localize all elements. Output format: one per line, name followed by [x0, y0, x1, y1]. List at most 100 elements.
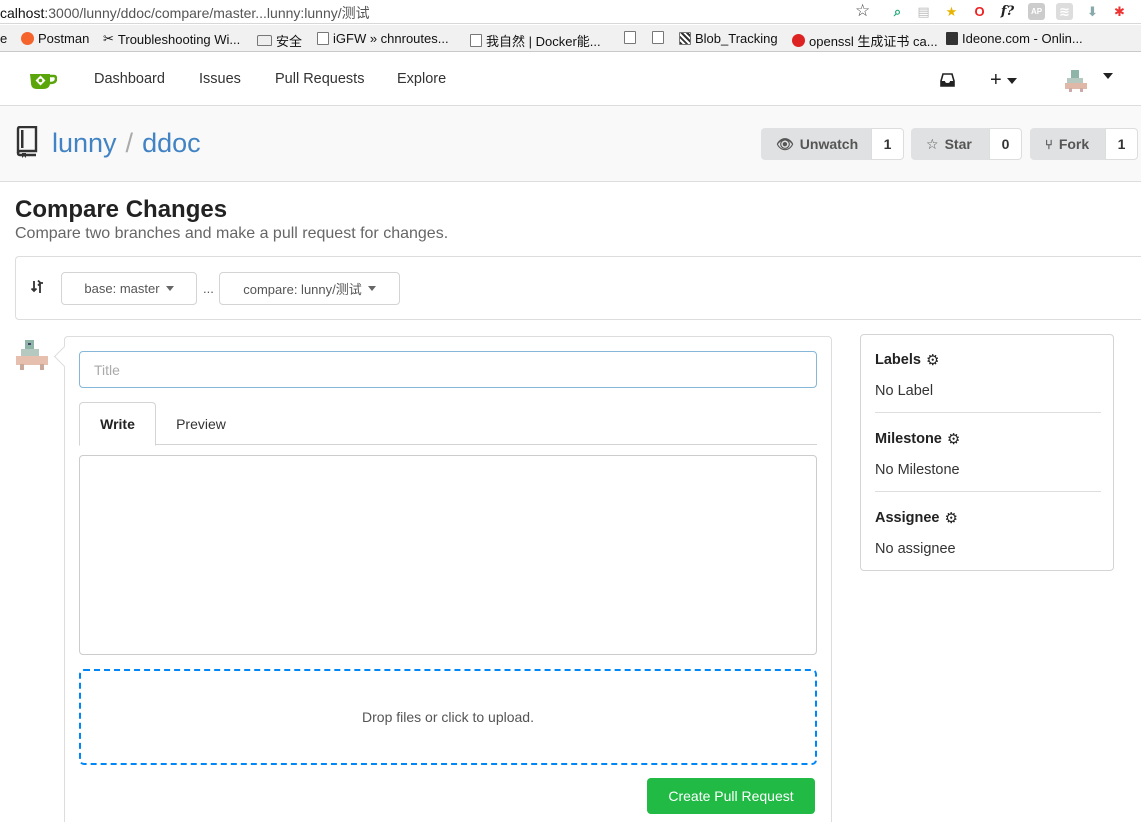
repo-owner-link[interactable]: lunny [52, 128, 117, 158]
gear-icon[interactable]: ⚙ [947, 430, 960, 448]
tab-write[interactable]: Write [79, 402, 156, 446]
labels-value: No Label [875, 383, 934, 399]
eye-icon: 👁 [776, 135, 794, 152]
extension-download-icon[interactable]: ⬇ [1084, 3, 1101, 20]
bookmark-item[interactable]: iGFW » chnroutes... [317, 31, 449, 46]
labels-title: Labels [875, 352, 921, 368]
bookmark-item[interactable]: Ideone.com - Onlin... [946, 31, 1083, 46]
bookmark-label: Ideone.com - Onlin... [962, 31, 1083, 46]
labels-header[interactable]: Labels ⚙ [875, 351, 1101, 369]
editor-tabs: Write Preview [79, 402, 817, 446]
bookmark-item[interactable]: ✂ Troubleshooting Wi... [103, 31, 240, 47]
star-button-group: ☆ Star 0 [911, 128, 1022, 160]
repo-name-link[interactable]: ddoc [142, 128, 201, 158]
bookmark-item[interactable]: Blob_Tracking [679, 31, 778, 46]
pr-title-input[interactable] [79, 351, 817, 388]
nav-pull-requests[interactable]: Pull Requests [275, 71, 364, 87]
create-pull-request-button[interactable]: Create Pull Request [647, 778, 815, 814]
star-count[interactable]: 0 [989, 128, 1022, 160]
bookmark-item[interactable]: openssl 生成证书 ca... [792, 31, 938, 50]
compare-branch-label: compare: lunny/测试 [243, 282, 362, 297]
bookmark-label: Postman [38, 31, 90, 46]
pull-request-form: Write Preview Drop files or click to upl… [64, 336, 832, 822]
unwatch-button[interactable]: 👁 Unwatch [761, 128, 871, 160]
extension-pinwheel-icon[interactable]: ✱ [1111, 3, 1128, 20]
openssl-icon [792, 34, 805, 47]
base-branch-label: base: master [84, 281, 160, 296]
file-upload-dropzone[interactable]: Drop files or click to upload. [79, 669, 817, 765]
inbox-icon[interactable] [940, 73, 955, 87]
extension-ap-icon[interactable]: AP [1028, 3, 1045, 20]
user-avatar[interactable] [1063, 67, 1089, 93]
divider [875, 412, 1101, 413]
bookmark-label: Blob_Tracking [695, 31, 778, 46]
star-outline-icon: ☆ [926, 135, 939, 152]
assignee-section: Assignee ⚙ No assignee [875, 509, 1101, 557]
extension-star-icon[interactable]: ★ [943, 3, 960, 20]
base-branch-dropdown[interactable]: base: master [61, 272, 197, 305]
page-icon [652, 31, 664, 44]
bookmark-label: 我自然 | Docker能... [486, 34, 601, 49]
dropzone-text: Drop files or click to upload. [362, 709, 534, 725]
milestone-header[interactable]: Milestone ⚙ [875, 430, 1101, 448]
browser-url-bar[interactable]: calhost:3000/lunny/ddoc/compare/master..… [0, 0, 1141, 24]
url-text[interactable]: calhost:3000/lunny/ddoc/compare/master..… [0, 3, 370, 23]
bookmark-item[interactable] [652, 31, 664, 44]
milestone-value: No Milestone [875, 462, 960, 478]
page-subtitle: Compare two branches and make a pull req… [15, 225, 449, 242]
extension-search-icon[interactable]: ⌕ [889, 3, 906, 20]
bookmark-item[interactable]: e [0, 31, 7, 46]
tab-preview[interactable]: Preview [161, 402, 241, 445]
create-new-menu[interactable]: + [990, 69, 1017, 92]
page-icon [317, 32, 329, 45]
folder-icon [257, 35, 272, 46]
tools-icon: ✂ [103, 31, 114, 46]
repo-title: lunny / ddoc [52, 128, 201, 159]
watch-button-group: 👁 Unwatch 1 [761, 128, 904, 160]
bookmark-star-icon[interactable]: ☆ [855, 1, 870, 21]
star-button[interactable]: ☆ Star [911, 128, 989, 160]
unwatch-label: Unwatch [799, 136, 859, 152]
user-menu-caret-icon[interactable] [1103, 73, 1113, 79]
assignee-header[interactable]: Assignee ⚙ [875, 509, 1101, 527]
labels-section: Labels ⚙ No Label [875, 351, 1101, 399]
compare-branch-dropdown[interactable]: compare: lunny/测试 [219, 272, 400, 305]
bookmark-label: iGFW » chnroutes... [333, 31, 449, 46]
repo-book-icon [16, 126, 38, 158]
nav-explore[interactable]: Explore [397, 71, 446, 87]
pr-sidebar: Labels ⚙ No Label Milestone ⚙ No Milestone… [860, 334, 1114, 571]
fork-button[interactable]: ⑂ Fork [1030, 128, 1105, 160]
fork-count[interactable]: 1 [1105, 128, 1138, 160]
nav-issues[interactable]: Issues [199, 71, 241, 87]
gear-icon[interactable]: ⚙ [926, 351, 939, 369]
extension-opera-icon[interactable]: O [971, 3, 988, 20]
fork-button-group: ⑂ Fork 1 [1030, 128, 1138, 160]
bookmark-item[interactable]: 我自然 | Docker能... [470, 31, 601, 50]
caret-down-icon [1006, 77, 1017, 84]
gear-icon[interactable]: ⚙ [944, 509, 957, 527]
milestone-section: Milestone ⚙ No Milestone [875, 430, 1101, 478]
nav-dashboard[interactable]: Dashboard [94, 71, 165, 87]
extension-function-icon[interactable]: f? [999, 3, 1016, 20]
bookmarks-bar: e Postman ✂ Troubleshooting Wi... 安全 iGFW… [0, 25, 1141, 52]
gitea-logo-icon[interactable] [29, 70, 57, 90]
divider [875, 491, 1101, 492]
milestone-title: Milestone [875, 431, 942, 447]
bookmark-label: Troubleshooting Wi... [117, 31, 241, 47]
page-icon [470, 34, 482, 47]
compare-arrows-icon [30, 279, 43, 293]
assignee-title: Assignee [875, 510, 940, 526]
plus-icon: + [990, 69, 1002, 91]
bookmark-item[interactable]: Postman [21, 31, 89, 46]
bookmark-item[interactable] [624, 31, 636, 44]
extension-rss-icon[interactable]: ≋ [1056, 3, 1073, 20]
pr-description-textarea[interactable] [79, 455, 817, 655]
page-title: Compare Changes [15, 196, 228, 223]
star-label: Star [944, 136, 972, 152]
extension-reader-icon[interactable]: ▤ [915, 3, 932, 20]
url-host: calhost [0, 5, 45, 21]
dropdown-caret-icon [367, 286, 376, 291]
bookmark-folder[interactable]: 安全 [257, 31, 302, 50]
top-navbar: Dashboard Issues Pull Requests Explore + [0, 53, 1141, 106]
watch-count[interactable]: 1 [871, 128, 904, 160]
